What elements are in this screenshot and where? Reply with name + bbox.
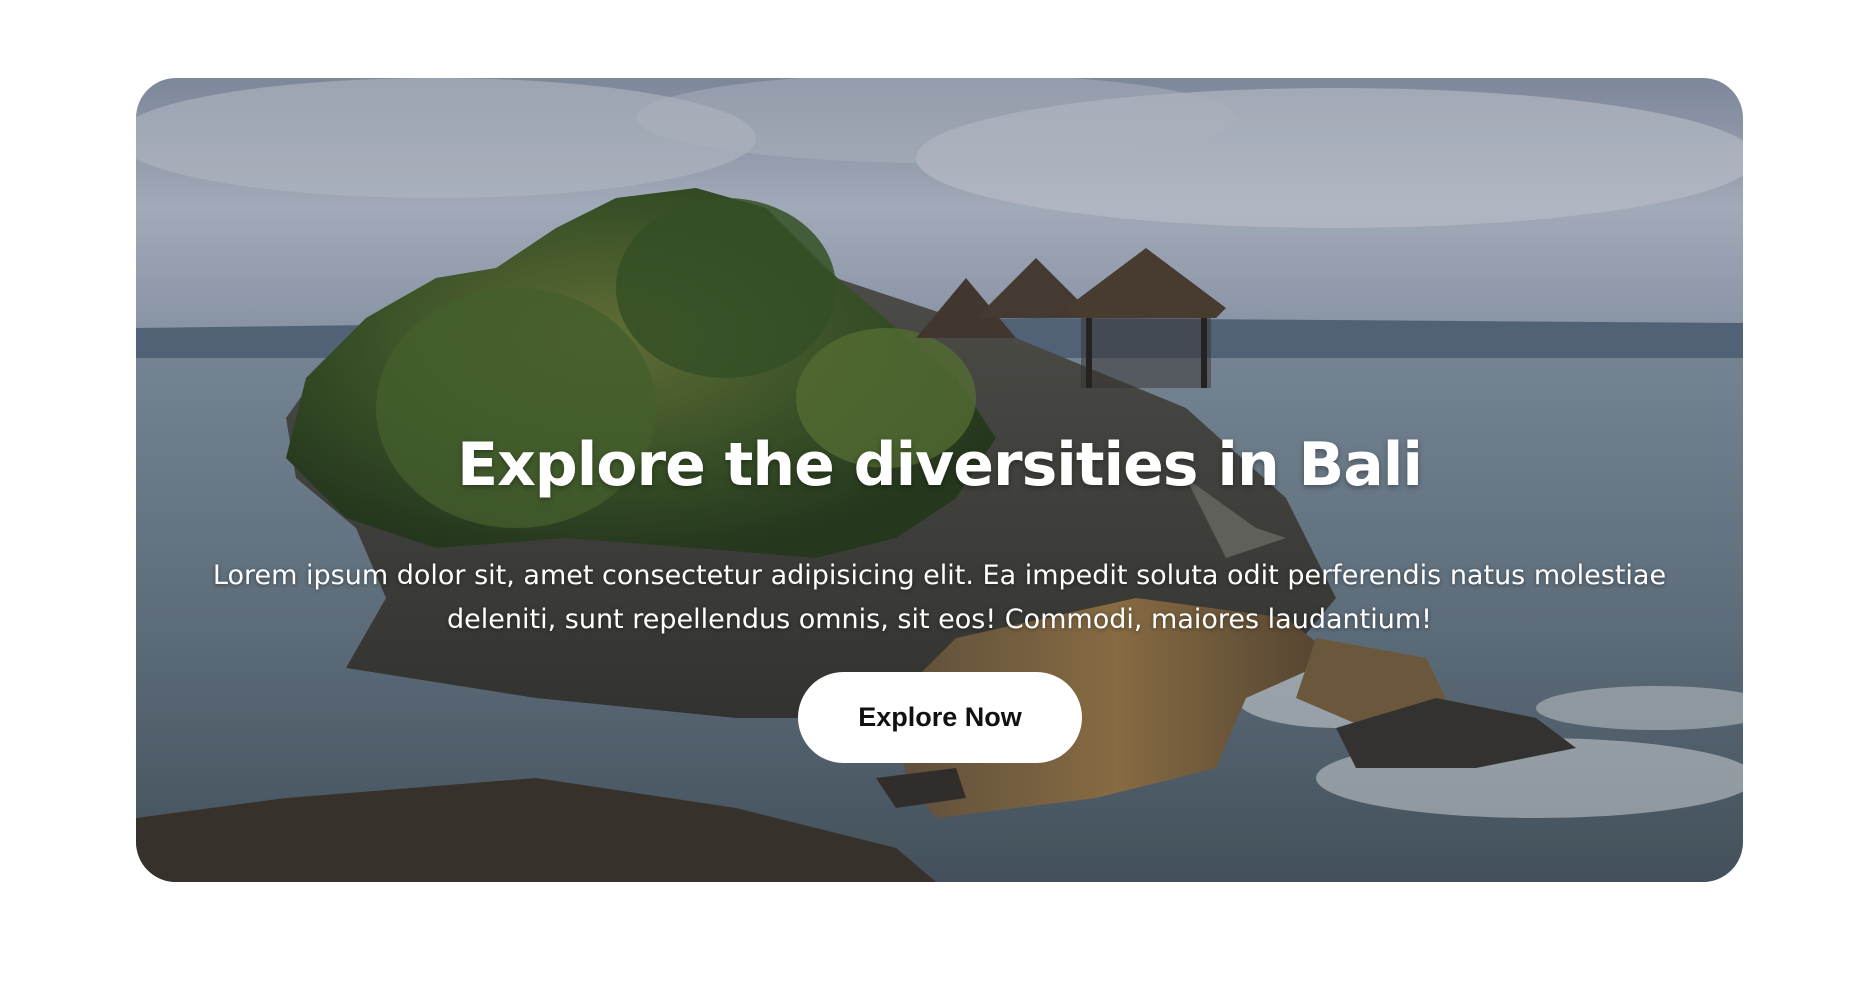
explore-now-button[interactable]: Explore Now (798, 672, 1082, 763)
hero-content: Explore the diversities in Bali Lorem ip… (136, 78, 1743, 882)
hero-description: Lorem ipsum dolor sit, amet consectetur … (212, 560, 1667, 635)
hero-title: Explore the diversities in Bali (457, 430, 1423, 500)
hero-banner: Explore the diversities in Bali Lorem ip… (136, 78, 1743, 882)
